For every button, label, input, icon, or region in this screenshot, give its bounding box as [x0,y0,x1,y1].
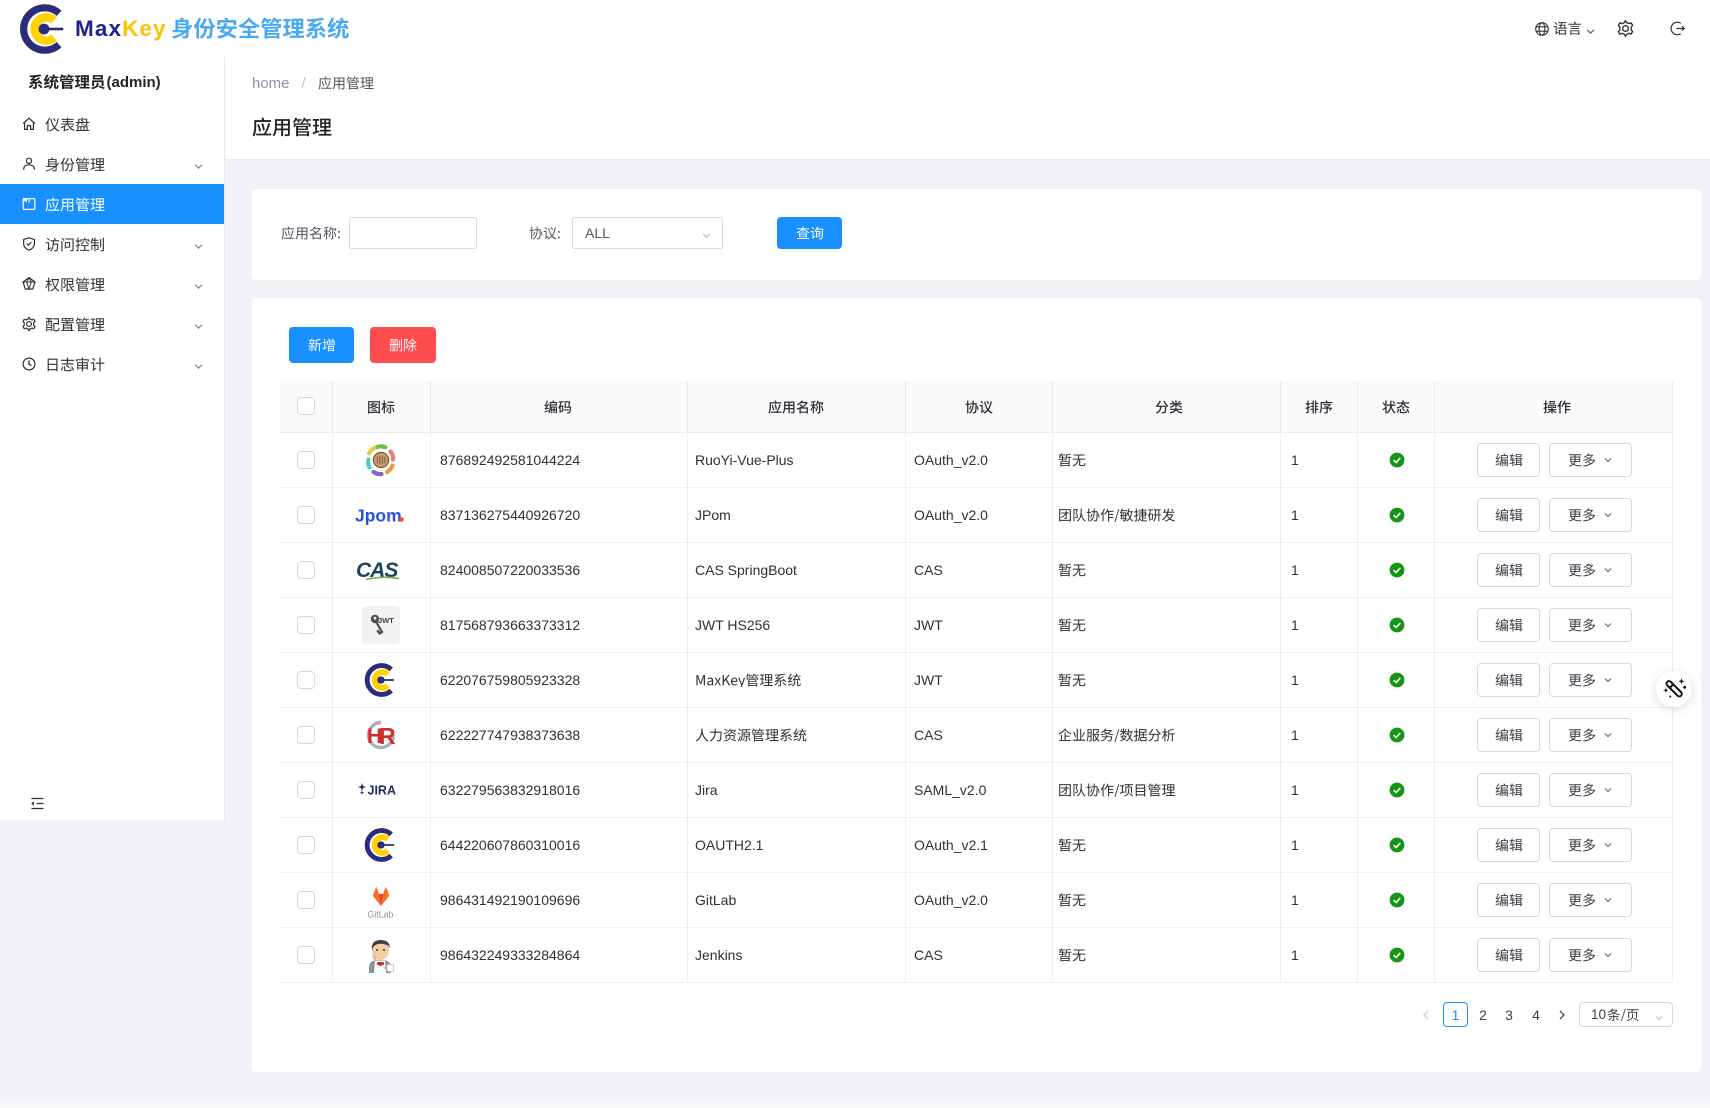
svg-text:GitLab: GitLab [368,909,394,919]
svg-text:JIRA: JIRA [368,783,396,797]
svg-text:JWT: JWT [378,616,394,625]
svg-text:R: R [379,723,396,749]
svg-text:Jpom: Jpom [355,505,402,525]
svg-text:CAS: CAS [356,559,398,582]
